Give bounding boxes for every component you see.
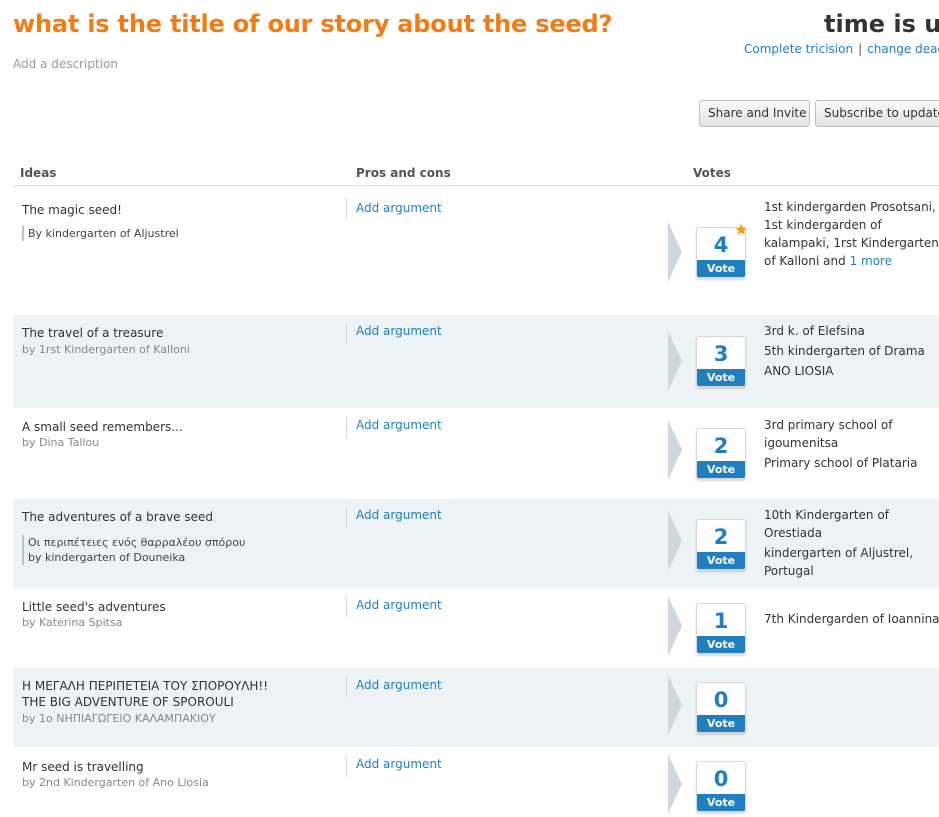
- share-invite-button[interactable]: Share and Invite: [699, 100, 810, 127]
- idea-row: A small seed remembers... by Dina Tallou…: [13, 408, 939, 499]
- idea-row: Η ΜΕΓΑΛΗ ΠΕΡΙΠΕΤΕΙΑ ΤΟΥ ΣΠΟΡΟΥΛΗ!! THE B…: [13, 668, 939, 747]
- idea-description: Οι περιπέτειες ενός θαρραλέου σπόρου by …: [22, 535, 245, 565]
- idea-row: Mr seed is travelling by 2nd Kindergarte…: [13, 747, 939, 817]
- argument-divider: [346, 676, 347, 697]
- vote-arrow-icon: [668, 596, 682, 656]
- column-header-ideas: Ideas: [20, 166, 57, 180]
- voter-list: 3rd primary school of igoumenitsa Primar…: [764, 416, 939, 474]
- idea-row: The adventures of a brave seed Οι περιπέ…: [13, 499, 939, 588]
- add-argument-link[interactable]: Add argument: [356, 508, 442, 522]
- voter-list: 7th Kindergarden of Ioannina: [764, 610, 939, 630]
- idea-title: Little seed's adventures: [22, 600, 166, 614]
- idea-title: Η ΜΕΓΑΛΗ ΠΕΡΙΠΕΤΕΙΑ ΤΟΥ ΣΠΟΡΟΥΛΗ!!: [22, 679, 269, 693]
- vote-count: 0: [713, 688, 729, 712]
- vote-arrow-icon: [668, 420, 682, 480]
- voter-name: ANO LIOSIA: [764, 364, 834, 378]
- vote-count: 1: [713, 609, 729, 633]
- argument-divider: [346, 507, 347, 528]
- vote-label: Vote: [697, 461, 745, 478]
- voter-list: 1st kindergarden Prosotsani, 1st kinderg…: [764, 198, 939, 270]
- vote-button[interactable]: 3 Vote: [696, 336, 746, 387]
- add-argument-link[interactable]: Add argument: [356, 678, 442, 692]
- vote-label: Vote: [697, 715, 745, 732]
- add-argument-link[interactable]: Add argument: [356, 201, 442, 215]
- voter-name: 3rd k. of Elefsina: [764, 324, 865, 338]
- change-deadline-link[interactable]: change deadline: [867, 42, 939, 56]
- vote-count: 0: [713, 767, 729, 791]
- add-argument-link[interactable]: Add argument: [356, 757, 442, 771]
- argument-divider: [346, 596, 347, 617]
- vote-arrow-icon: [668, 222, 682, 282]
- idea-subtitle: Οι περιπέτειες ενός θαρραλέου σπόρου: [28, 536, 246, 549]
- voter-name: 10th Kindergarten of Orestiada: [764, 508, 889, 540]
- add-argument-link[interactable]: Add argument: [356, 418, 442, 432]
- vote-button[interactable]: 2 Vote: [696, 519, 746, 570]
- top-links: Complete tricision | change deadline: [744, 42, 939, 56]
- vote-count: 3: [713, 342, 729, 366]
- idea-author: by 1rst Kindergarten of Kalloni: [22, 343, 190, 356]
- time-status: time is up: [824, 10, 939, 38]
- voter-name: 7th Kindergarden of Ioannina: [764, 612, 939, 626]
- idea-author: by 2nd Kindergarten of Ano Liosia: [22, 776, 209, 789]
- idea-author: By kindergarten of Aljustrel: [22, 226, 179, 241]
- link-separator: |: [858, 42, 863, 56]
- argument-divider: [346, 323, 347, 344]
- idea-author: by Katerina Spitsa: [22, 616, 123, 629]
- idea-title: A small seed remembers...: [22, 420, 183, 434]
- column-header-pros-cons: Pros and cons: [356, 166, 451, 180]
- idea-title: Mr seed is travelling: [22, 760, 144, 774]
- page-title: what is the title of our story about the…: [13, 10, 613, 38]
- voter-list: 10th Kindergarten of Orestiada kindergar…: [764, 506, 939, 582]
- vote-button[interactable]: 2 Vote: [696, 428, 746, 479]
- vote-label: Vote: [697, 636, 745, 653]
- vote-count: 2: [713, 434, 729, 458]
- argument-divider: [346, 198, 347, 219]
- vote-label: Vote: [697, 260, 745, 277]
- vote-arrow-icon: [668, 331, 682, 391]
- idea-author: by 1ο ΝΗΠΙΑΓΩΓΕΙΟ ΚΑΛΑΜΠΑΚΙΟΥ: [22, 712, 216, 725]
- subscribe-button[interactable]: Subscribe to updates: [815, 100, 939, 127]
- vote-button[interactable]: 0 Vote: [696, 682, 746, 733]
- voter-name: kindergarten of Aljustrel, Portugal: [764, 546, 914, 578]
- idea-title: The travel of a treasure: [22, 326, 164, 340]
- vote-arrow-icon: [668, 511, 682, 571]
- argument-divider: [346, 756, 347, 777]
- vote-button[interactable]: 0 Vote: [696, 761, 746, 812]
- idea-title: The adventures of a brave seed: [22, 510, 214, 524]
- add-description-link[interactable]: Add a description: [13, 57, 118, 71]
- more-voters-link[interactable]: 1 more: [850, 254, 893, 268]
- vote-count: 2: [713, 525, 729, 549]
- idea-row: Little seed's adventures by Katerina Spi…: [13, 588, 939, 668]
- vote-button[interactable]: 1 Vote: [696, 603, 746, 654]
- vote-label: Vote: [697, 794, 745, 811]
- voter-list: 3rd k. of Elefsina 5th kindergarten of D…: [764, 322, 939, 382]
- add-argument-link[interactable]: Add argument: [356, 324, 442, 338]
- complete-link[interactable]: Complete tricision: [744, 42, 853, 56]
- star-icon: ★: [734, 220, 749, 239]
- vote-label: Vote: [697, 552, 745, 569]
- voter-name: 3rd primary school of igoumenitsa: [764, 418, 893, 450]
- idea-author: by kindergarten of Douneika: [28, 551, 186, 564]
- idea-author: by Dina Tallou: [22, 436, 100, 449]
- vote-label: Vote: [697, 369, 745, 386]
- vote-arrow-icon: [668, 675, 682, 735]
- add-argument-link[interactable]: Add argument: [356, 598, 442, 612]
- column-header-votes: Votes: [693, 166, 731, 180]
- idea-row: The travel of a treasure by 1rst Kinderg…: [13, 315, 939, 408]
- idea-title: The magic seed!: [22, 203, 122, 217]
- argument-divider: [346, 417, 347, 438]
- vote-arrow-icon: [668, 754, 682, 814]
- voter-name: 5th kindergarten of Drama: [764, 344, 925, 358]
- idea-row: The magic seed! By kindergarten of Aljus…: [13, 186, 939, 314]
- voter-name: Primary school of Plataria: [764, 456, 918, 470]
- idea-title-line2: THE BIG ADVENTURE OF SPOROULI: [22, 695, 234, 709]
